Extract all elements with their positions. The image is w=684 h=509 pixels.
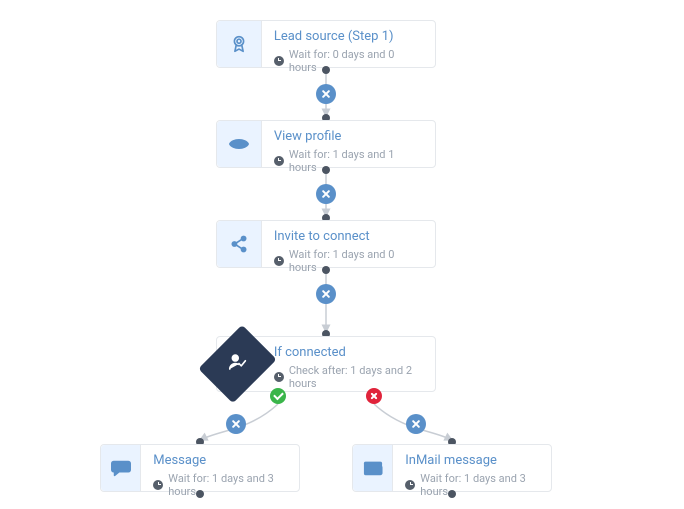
port-out <box>322 166 330 174</box>
node-title: InMail message <box>405 453 537 470</box>
node-inmail-message[interactable]: in InMail message Wait for: 1 days and 3… <box>352 444 552 492</box>
user-check-icon <box>226 351 248 377</box>
clock-icon <box>153 480 163 490</box>
node-view-profile[interactable]: View profile Wait for: 1 days and 1 hour… <box>216 120 436 168</box>
clock-icon <box>274 56 284 66</box>
share-icon <box>217 221 262 267</box>
clock-icon <box>274 372 284 382</box>
award-icon <box>217 21 262 67</box>
port-out <box>322 66 330 74</box>
delete-connector-badge[interactable] <box>406 414 426 434</box>
delete-connector-badge[interactable] <box>226 414 246 434</box>
delete-connector-badge[interactable] <box>316 84 336 104</box>
node-meta: Check after: 1 days and 2 hours <box>274 364 421 390</box>
port-out <box>322 266 330 274</box>
node-meta: Wait for: 1 days and 1 hours <box>274 148 421 174</box>
node-meta: Wait for: 0 days and 0 hours <box>274 48 421 74</box>
clock-icon <box>405 480 415 490</box>
node-title: View profile <box>274 129 421 146</box>
node-title: Message <box>153 453 285 470</box>
node-message[interactable]: Message Wait for: 1 days and 3 hours <box>100 444 300 492</box>
branch-false-indicator <box>366 388 382 404</box>
delete-connector-badge[interactable] <box>316 284 336 304</box>
clock-icon <box>274 256 284 266</box>
condition-diamond <box>198 325 276 403</box>
node-if-connected[interactable]: If connected Check after: 1 days and 2 h… <box>216 336 436 392</box>
port-out <box>448 490 456 498</box>
eye-icon <box>217 121 262 167</box>
node-title: Invite to connect <box>274 229 421 246</box>
node-invite-to-connect[interactable]: Invite to connect Wait for: 1 days and 0… <box>216 220 436 268</box>
clock-icon <box>274 156 284 166</box>
node-meta: Wait for: 1 days and 3 hours <box>153 472 285 498</box>
node-meta: Wait for: 1 days and 3 hours <box>405 472 537 498</box>
node-title: If connected <box>274 345 421 362</box>
chat-icon <box>101 445 141 491</box>
node-lead-source[interactable]: Lead source (Step 1) Wait for: 0 days an… <box>216 20 436 68</box>
branch-true-indicator <box>270 388 286 404</box>
delete-connector-badge[interactable] <box>316 184 336 204</box>
inmail-icon: in <box>353 445 393 491</box>
port-out <box>196 490 204 498</box>
node-title: Lead source (Step 1) <box>274 29 421 46</box>
node-meta: Wait for: 1 days and 0 hours <box>274 248 421 274</box>
